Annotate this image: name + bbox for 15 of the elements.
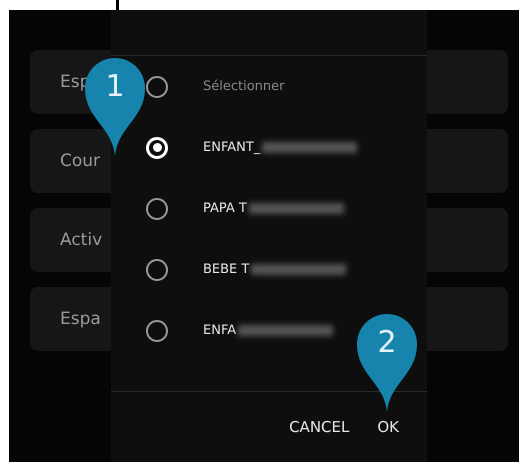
step-marker-tooltip: 2 (357, 313, 417, 413)
radio-button[interactable] (146, 198, 168, 220)
option-label: ENFA (203, 323, 236, 338)
option-label: ENFANT_ (203, 140, 260, 155)
card-label: Espa (60, 309, 101, 329)
cancel-button[interactable]: CANCEL (281, 412, 358, 442)
radio-button[interactable] (146, 320, 168, 342)
option-label: PAPA T (203, 201, 247, 216)
option-label: Sélectionner (203, 79, 284, 94)
card-label: Activ (60, 230, 102, 250)
radio-button[interactable] (146, 258, 168, 280)
option-label: BEBE T (203, 262, 250, 277)
tick-mark (116, 0, 119, 10)
step-marker-tooltip: 1 (85, 57, 145, 157)
ok-button[interactable]: OK (369, 412, 407, 442)
